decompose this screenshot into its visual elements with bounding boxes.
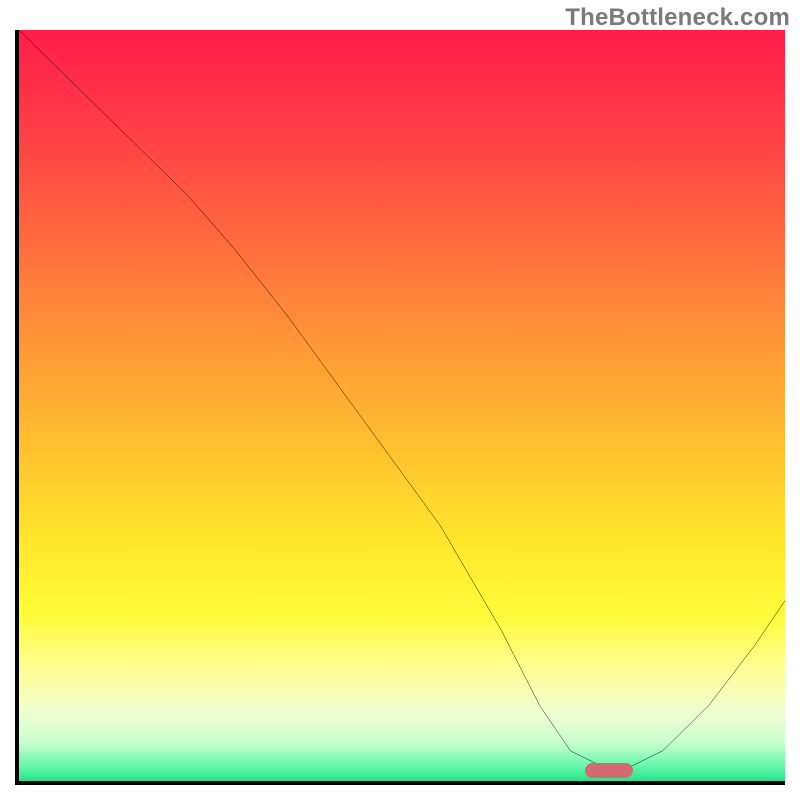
bottleneck-curve-path [19, 30, 785, 766]
chart-container: TheBottleneck.com [0, 0, 800, 800]
watermark-text: TheBottleneck.com [565, 4, 790, 32]
x-axis [15, 781, 785, 785]
plot-area [15, 30, 785, 785]
optimal-range-marker [585, 763, 633, 778]
line-chart [19, 30, 785, 781]
y-axis [15, 30, 19, 785]
